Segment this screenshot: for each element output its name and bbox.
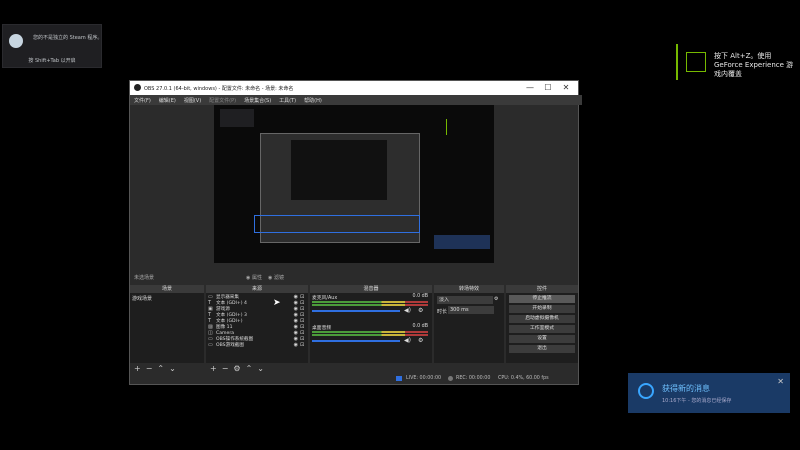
menu-help[interactable]: 帮助(H) xyxy=(304,97,322,104)
track-name: 麦克风/Aux xyxy=(312,296,338,301)
menu-view[interactable]: 视图(V) xyxy=(184,97,201,104)
live-time: LIVE: 00:00:00 xyxy=(406,376,442,381)
scenes-dock-title: 场景 xyxy=(130,285,204,293)
obs-app-icon xyxy=(134,84,141,91)
gear-icon[interactable]: ⚙ xyxy=(233,364,240,373)
window-title: OBS 27.0.1 (64-bit, windows) - 配置文件: 未命名… xyxy=(144,86,294,92)
properties-label: 属性 xyxy=(251,275,262,281)
preview-canvas[interactable] xyxy=(214,105,494,263)
add-source-button[interactable]: + xyxy=(210,364,217,373)
transitions-dock-title: 转场特效 xyxy=(434,285,504,293)
volume-slider[interactable] xyxy=(312,340,400,342)
source-item[interactable]: ▭ OBS游戏截图 ◉ ⊡ xyxy=(206,342,308,348)
cpu-fps: CPU: 0.4%, 60.00 fps xyxy=(498,376,549,381)
close-icon[interactable]: ✕ xyxy=(777,377,784,386)
minimize-button[interactable]: — xyxy=(524,83,536,93)
filters-label: 滤镜 xyxy=(273,275,284,281)
scenes-dock: 游戏场景 xyxy=(130,293,204,363)
controls-dock-title: 控件 xyxy=(506,285,578,293)
message-notification[interactable]: 获得新的消息 10:16下午 - 您的消息已经保存 ✕ xyxy=(628,373,790,413)
rec-time: REC: 00:00:00 xyxy=(456,376,491,381)
gear-icon[interactable]: ⚙ xyxy=(494,296,498,302)
steam-notification: 您的不是独立的 Steam 程序。 按 Shift+Tab 以开启 xyxy=(2,24,102,68)
gear-icon[interactable]: ⚙ xyxy=(418,337,423,344)
obs-window: OBS 27.0.1 (64-bit, windows) - 配置文件: 未命名… xyxy=(129,80,582,385)
sources-toolbar: + − ⚙ ⌃ ⌄ xyxy=(206,363,308,373)
filters-radio[interactable]: ◉ 滤镜 xyxy=(268,274,284,281)
geforce-notification-text: 按下 Alt+Z。使用 GeForce Experience 游戏内覆盖 xyxy=(714,52,794,78)
message-app-icon xyxy=(638,383,654,399)
move-up-icon[interactable]: ⌃ xyxy=(157,364,164,373)
scene-item[interactable]: 游戏场景 xyxy=(130,293,204,304)
preview-nested-canvas xyxy=(291,140,387,200)
message-subtitle: 10:16下午 - 您的消息已经保存 xyxy=(662,398,732,404)
transitions-dock: 淡入 ⚙ 时长 300 ms xyxy=(434,293,504,363)
live-indicator-icon xyxy=(396,376,402,381)
menu-edit[interactable]: 编辑(E) xyxy=(159,97,176,104)
preview-message-toast xyxy=(434,235,490,249)
sources-dock: ▭ 显示器采集 ◉ ⊡ T 文本 (GDI+) 4 ◉ ⊡ ▣ 游戏源 ◉ ⊡ T 文本 (GDI+… xyxy=(206,293,308,364)
steam-notification-message: 您的不是独立的 Steam 程序。 xyxy=(33,35,103,41)
menu-tools[interactable]: 工具(T) xyxy=(279,97,296,104)
transition-select[interactable]: 淡入 xyxy=(437,296,493,304)
remove-source-button[interactable]: − xyxy=(222,364,229,373)
menu-bar: 文件(F) 编辑(E) 视图(V) 配置文件(P) 场景集合(S) 工具(T) … xyxy=(130,95,582,105)
menu-profile[interactable]: 配置文件(P) xyxy=(209,97,236,104)
capture-icon: ▭ xyxy=(208,342,213,348)
scene-info-row: 未选场景 ◉ 属性 ◉ 滤镜 xyxy=(130,271,578,283)
status-bar: LIVE: 00:00:00 REC: 00:00:00 CPU: 0.4%, … xyxy=(130,373,578,384)
preview-geforce-toast xyxy=(446,119,491,135)
track-name: 桌面音频 xyxy=(312,326,332,331)
message-title: 获得新的消息 xyxy=(662,384,710,393)
track-level: 0.0 dB xyxy=(412,324,429,329)
move-up-icon[interactable]: ⌃ xyxy=(246,364,253,373)
duration-label: 时长 xyxy=(437,309,448,315)
duration-input[interactable]: 300 ms xyxy=(448,306,494,314)
lock-icon[interactable]: ⊡ xyxy=(300,342,306,348)
preview-steam-toast xyxy=(220,109,254,127)
title-bar: OBS 27.0.1 (64-bit, windows) - 配置文件: 未命名… xyxy=(130,81,578,95)
mixer-dock: 麦克风/Aux 0.0 dB ◀) ⚙ 桌面音频 0.0 dB ◀) ⚙ xyxy=(310,293,432,363)
remove-scene-button[interactable]: − xyxy=(146,364,153,373)
menu-file[interactable]: 文件(F) xyxy=(134,97,151,104)
volume-meter xyxy=(312,331,428,333)
mixer-dock-title: 混音器 xyxy=(310,285,432,293)
volume-meter xyxy=(312,304,428,306)
steam-logo-icon xyxy=(9,34,23,48)
studio-mode-button[interactable]: 工作室模式 xyxy=(509,325,575,333)
track-level: 0.0 dB xyxy=(412,294,429,299)
mixer-track: 麦克风/Aux 0.0 dB ◀) ⚙ xyxy=(310,293,432,323)
properties-radio[interactable]: ◉ 属性 xyxy=(246,274,262,281)
settings-button[interactable]: 设置 xyxy=(509,335,575,343)
volume-slider[interactable] xyxy=(312,310,400,312)
gear-icon[interactable]: ⚙ xyxy=(418,307,423,314)
no-scene-selected-label: 未选场景 xyxy=(134,275,155,281)
scenes-toolbar: + − ⌃ ⌄ xyxy=(130,363,204,373)
eye-icon[interactable]: ◉ xyxy=(294,342,298,348)
start-recording-button[interactable]: 开始录制 xyxy=(509,305,575,313)
sources-dock-title: 来源 xyxy=(206,285,308,293)
speaker-icon[interactable]: ◀) xyxy=(404,307,411,314)
volume-meter xyxy=(312,334,428,336)
mixer-track: 桌面音频 0.0 dB ◀) ⚙ xyxy=(310,323,432,353)
stop-streaming-button[interactable]: 停止推流 xyxy=(509,295,575,303)
exit-button[interactable]: 退出 xyxy=(509,345,575,353)
controls-dock: 停止推流 开始录制 启动虚拟摄像机 工作室模式 设置 退出 xyxy=(506,293,578,363)
speaker-icon[interactable]: ◀) xyxy=(404,337,411,344)
menu-scene-collection[interactable]: 场景集合(S) xyxy=(244,97,271,104)
move-down-icon[interactable]: ⌄ xyxy=(169,364,176,373)
rec-indicator-icon xyxy=(448,376,453,381)
mouse-cursor-icon: ➤ xyxy=(273,298,281,308)
close-button[interactable]: ✕ xyxy=(560,83,572,93)
maximize-button[interactable]: ☐ xyxy=(542,83,554,93)
nvidia-logo-icon xyxy=(686,52,706,72)
geforce-notification: 按下 Alt+Z。使用 GeForce Experience 游戏内覆盖 xyxy=(676,44,798,80)
start-virtual-camera-button[interactable]: 启动虚拟摄像机 xyxy=(509,315,575,323)
move-down-icon[interactable]: ⌄ xyxy=(257,364,264,373)
add-scene-button[interactable]: + xyxy=(134,364,141,373)
volume-meter xyxy=(312,301,428,303)
source-selection-box[interactable] xyxy=(254,215,420,233)
steam-notification-hint: 按 Shift+Tab 以开启 xyxy=(28,58,76,64)
